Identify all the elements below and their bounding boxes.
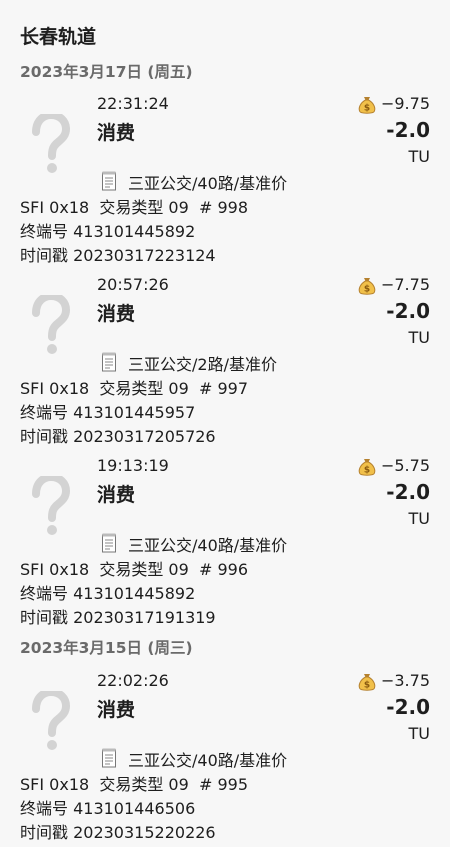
amount-unit: TU — [408, 724, 430, 743]
question-mark-icon — [32, 114, 70, 173]
amount-unit: TU — [408, 147, 430, 166]
balance-value: −3.75 — [380, 671, 430, 690]
terminal-line: 终端号 413101445892 — [20, 222, 196, 241]
route-name: 三亚公交/2路/基准价 — [128, 355, 277, 374]
amount-unit: TU — [408, 328, 430, 347]
balance-value: −5.75 — [380, 456, 430, 475]
sfi-line: SFI 0x18 交易类型 09 # 996 — [20, 560, 248, 579]
money-bag-icon: $ — [358, 97, 376, 114]
receipt-icon — [102, 352, 116, 372]
transaction-amount: -2.0 — [386, 299, 430, 323]
money-bag-icon: $ — [358, 674, 376, 691]
svg-text:$: $ — [364, 285, 370, 295]
svg-text:$: $ — [364, 104, 370, 114]
transaction-time: 22:31:24 — [97, 94, 169, 113]
transaction-type: 消费 — [97, 699, 136, 721]
terminal-line: 终端号 413101445892 — [20, 584, 196, 603]
transaction-time: 19:13:19 — [97, 456, 169, 475]
sfi-line: SFI 0x18 交易类型 09 # 998 — [20, 198, 248, 217]
balance-value: −7.75 — [380, 275, 430, 294]
transaction-item[interactable]: 20:57:26 消费 $ −7.75 -2.0 TU 三亚公交/2路/基准价 … — [0, 275, 450, 451]
date-header: 2023年3月17日 (周五) — [20, 63, 193, 81]
transaction-amount: -2.0 — [386, 118, 430, 142]
sfi-line: SFI 0x18 交易类型 09 # 997 — [20, 379, 248, 398]
transaction-type: 消费 — [97, 122, 136, 144]
transaction-amount: -2.0 — [386, 480, 430, 504]
transaction-item[interactable]: 22:31:24 消费 $ −9.75 -2.0 TU 三亚公交/40路/基准价… — [0, 94, 450, 270]
receipt-icon — [102, 533, 116, 553]
question-mark-icon — [32, 476, 70, 535]
amount-unit: TU — [408, 509, 430, 528]
date-header: 2023年3月15日 (周三) — [20, 639, 193, 657]
route-name: 三亚公交/40路/基准价 — [128, 536, 288, 555]
timestamp-line: 时间戳 20230315220226 — [20, 823, 216, 842]
receipt-icon — [102, 171, 116, 191]
transaction-type: 消费 — [97, 303, 136, 325]
transaction-time: 20:57:26 — [97, 275, 169, 294]
transaction-time: 22:02:26 — [97, 671, 169, 690]
question-mark-icon — [32, 691, 70, 750]
transaction-item[interactable]: 22:02:26 消费 $ −3.75 -2.0 TU 三亚公交/40路/基准价… — [0, 671, 450, 847]
timestamp-line: 时间戳 20230317205726 — [20, 427, 216, 446]
route-name: 三亚公交/40路/基准价 — [128, 174, 288, 193]
timestamp-line: 时间戳 20230317191319 — [20, 608, 216, 627]
money-bag-icon: $ — [358, 459, 376, 476]
terminal-line: 终端号 413101446506 — [20, 799, 196, 818]
svg-text:$: $ — [364, 681, 370, 691]
transaction-type: 消费 — [97, 484, 136, 506]
transaction-item[interactable]: 19:13:19 消费 $ −5.75 -2.0 TU 三亚公交/40路/基准价… — [0, 456, 450, 632]
balance-value: −9.75 — [380, 94, 430, 113]
terminal-line: 终端号 413101445957 — [20, 403, 196, 422]
page-title: 长春轨道 — [20, 26, 97, 48]
question-mark-icon — [32, 295, 70, 354]
receipt-icon — [102, 748, 116, 768]
sfi-line: SFI 0x18 交易类型 09 # 995 — [20, 775, 248, 794]
transaction-amount: -2.0 — [386, 695, 430, 719]
money-bag-icon: $ — [358, 278, 376, 295]
route-name: 三亚公交/40路/基准价 — [128, 751, 288, 770]
svg-text:$: $ — [364, 466, 370, 476]
timestamp-line: 时间戳 20230317223124 — [20, 246, 216, 265]
